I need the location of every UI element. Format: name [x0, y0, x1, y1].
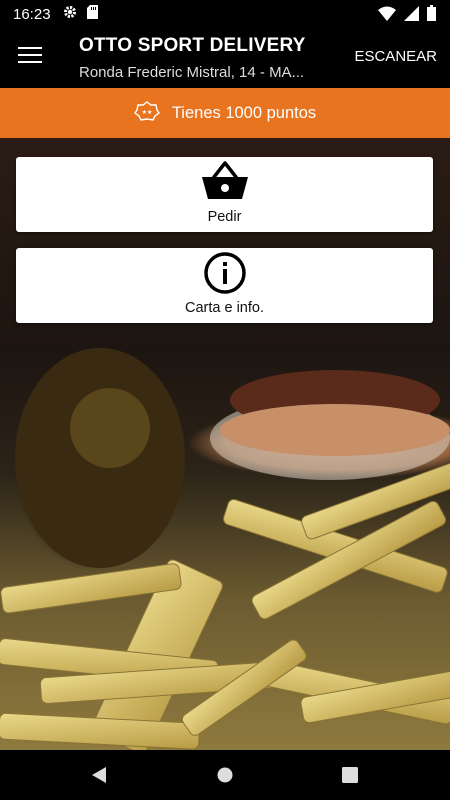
svg-text:★★: ★★	[141, 109, 152, 116]
basket-icon	[200, 159, 250, 208]
status-right-icons	[378, 5, 436, 26]
system-nav-bar	[0, 750, 450, 800]
order-label: Pedir	[207, 209, 242, 225]
gear-icon	[63, 5, 77, 24]
content-area: Pedir Carta e info.	[0, 138, 450, 750]
sd-card-icon	[86, 4, 98, 24]
status-time: 16:23	[13, 5, 51, 23]
restaurant-address: Ronda Frederic Mistral, 14 - MA...	[79, 64, 305, 81]
menu-info-card[interactable]: Carta e info.	[16, 248, 433, 323]
points-text: Tienes 1000 puntos	[171, 103, 317, 122]
wifi-icon	[378, 6, 396, 26]
app-bar: OTTO SPORT DELIVERY Ronda Frederic Mistr…	[0, 28, 450, 88]
status-bar: 16:23	[0, 0, 450, 28]
badge-icon: ★★	[133, 100, 160, 126]
battery-icon	[427, 5, 436, 26]
recents-icon[interactable]	[342, 767, 358, 788]
signal-icon	[404, 5, 419, 26]
order-card[interactable]: Pedir	[16, 157, 433, 232]
info-icon	[202, 250, 248, 301]
status-left-icons	[63, 4, 98, 24]
back-icon[interactable]	[90, 766, 108, 789]
scan-button[interactable]: ESCANEAR	[354, 48, 437, 65]
home-icon[interactable]	[217, 767, 233, 788]
page-title: OTTO SPORT DELIVERY	[79, 35, 306, 56]
points-banner[interactable]: ★★ Tienes 1000 puntos	[0, 88, 450, 138]
menu-info-label: Carta e info.	[185, 300, 264, 316]
hamburger-menu-icon[interactable]	[18, 47, 42, 65]
